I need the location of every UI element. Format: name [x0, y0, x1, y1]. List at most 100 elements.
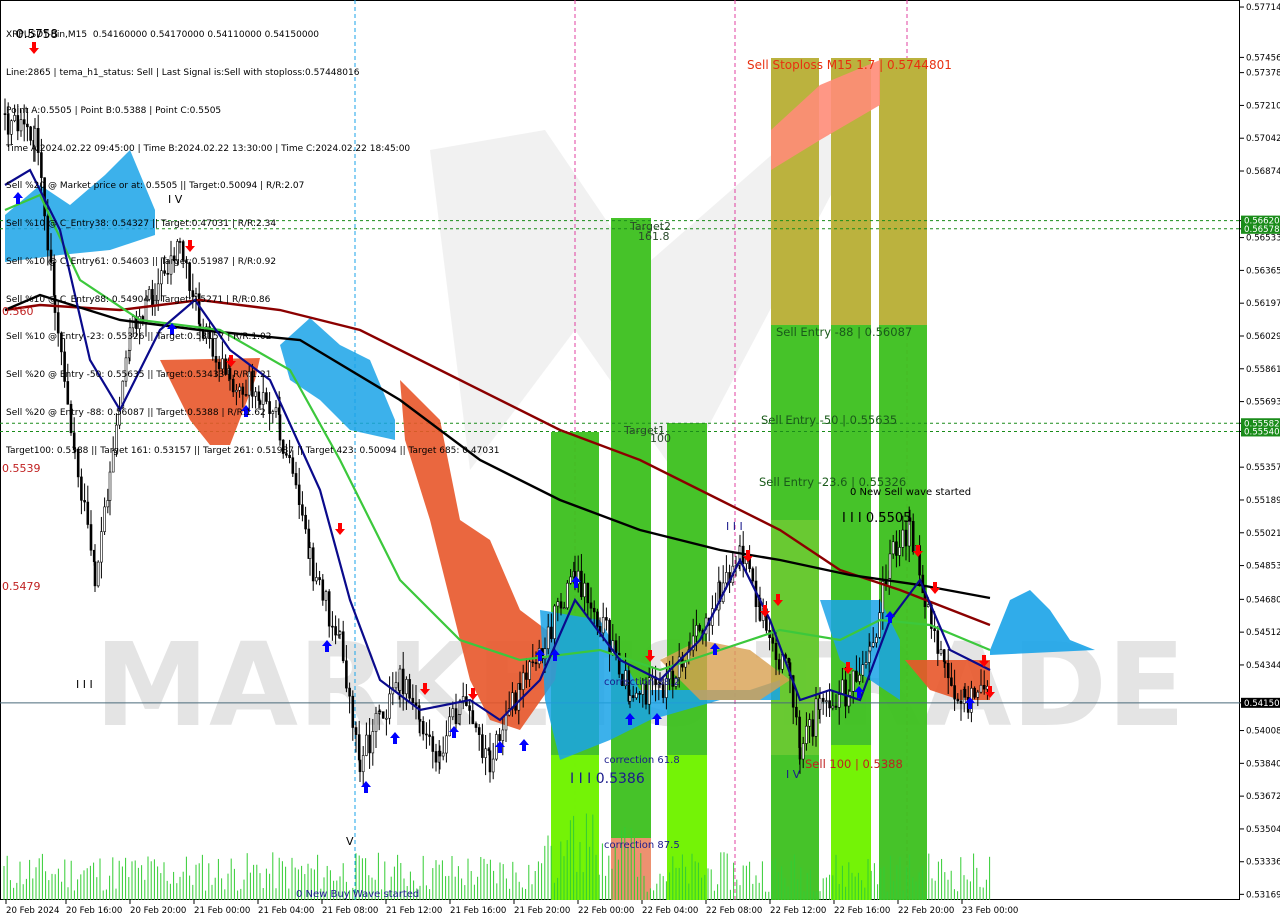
chart-annotation: Sell 100 | 0.5388 [805, 757, 903, 771]
candle-body [454, 708, 458, 724]
candle-body [394, 682, 398, 689]
candle-body [888, 553, 892, 579]
candle-body [580, 570, 583, 598]
time-tick-label: 21 Feb 00:00 [194, 906, 250, 916]
chart-annotation: 0.5479 [2, 580, 41, 593]
chart-annotation: I I I [76, 678, 93, 691]
time-tick-label: 22 Feb 00:00 [578, 906, 634, 916]
time-tick-label: 22 Feb 08:00 [706, 906, 762, 916]
candle-body [451, 708, 455, 718]
candle-body [308, 547, 312, 559]
candle-body [425, 733, 428, 736]
chart-annotation: I V [786, 768, 801, 781]
candle-body [562, 607, 566, 610]
chart-annotation: I I I [726, 520, 743, 533]
candle-body [484, 748, 487, 758]
candle-body [358, 759, 362, 773]
time-tick-label: 23 Feb 00:00 [962, 906, 1018, 916]
candle-body [841, 679, 844, 695]
info-line-sell-market: Sell %20 @ Market price or at: 0.5505 ||… [6, 181, 305, 192]
candle-body [926, 604, 930, 607]
candle-body [939, 649, 943, 654]
candle-body [933, 628, 936, 631]
candle-body [695, 625, 698, 637]
candle-body [834, 705, 838, 708]
candle-body [421, 721, 425, 735]
candle-body [471, 710, 475, 724]
candle-body [93, 561, 97, 587]
candle-body [848, 691, 852, 696]
candle-body [878, 612, 881, 638]
candle-body [371, 731, 375, 754]
candle-body [904, 529, 908, 547]
candle-body [481, 734, 484, 758]
chart-annotation: 0 New Sell wave started [850, 487, 971, 498]
time-tick-label: 22 Feb 20:00 [898, 906, 954, 916]
price-tick-label: 0.53672 [1246, 792, 1280, 802]
candle-body [805, 725, 808, 744]
candle-body [431, 736, 435, 752]
candle-body [821, 697, 825, 702]
candle-body [351, 695, 355, 728]
candle-body [338, 631, 342, 635]
time-tick-label: 21 Feb 20:00 [514, 906, 570, 916]
info-line-targets: Target100: 0.5388 || Target 161: 0.53157… [6, 445, 500, 456]
candle-body [959, 700, 963, 704]
candle-body [531, 661, 535, 664]
candle-body [795, 706, 798, 718]
candle-body [385, 717, 388, 720]
price-tick-label: 0.57042 [1246, 134, 1280, 144]
candle-body [368, 734, 371, 754]
candle-body [357, 734, 361, 761]
chart-annotation: correction 87.5 [604, 840, 680, 851]
candle-body [468, 705, 471, 711]
info-line-sell-e88: Sell %20 @ Entry -88: 0.56087 || Target:… [6, 408, 266, 418]
price-axis: 0.57714 0.57456 0.57378 0.57210 0.57042 0.568… [1240, 0, 1280, 900]
level-badge-label: 0.55540 [1244, 427, 1280, 437]
chart-window: MARKETS TRADE0.577140.574560.573780.5721… [0, 0, 1280, 920]
candle-body [751, 568, 755, 582]
candle-body [315, 577, 318, 582]
chart-annotation: Sell Stoploss M15 1.7 | 0.5744801 [747, 58, 952, 72]
candle-body [324, 591, 328, 601]
time-tick-label: 20 Feb 16:00 [66, 906, 122, 916]
candle-body [514, 692, 517, 711]
candle-body [950, 677, 953, 686]
candle-body [311, 547, 315, 582]
candle-body [498, 734, 501, 741]
candle-body [445, 735, 448, 754]
candle-body [546, 626, 550, 649]
candle-body [774, 642, 778, 660]
candle-body [405, 679, 408, 695]
chart-annotation: V [346, 835, 354, 848]
candle-body [556, 601, 560, 607]
candle-body [365, 734, 368, 756]
time-tick-label: 21 Feb 16:00 [450, 906, 506, 916]
price-tick-label: 0.55861 [1246, 365, 1280, 375]
candle-body [868, 646, 872, 652]
candle-body [725, 572, 728, 584]
price-tick-label: 0.54680 [1246, 595, 1280, 605]
candle-body [976, 691, 980, 698]
candle-body [518, 683, 522, 690]
candle-body [553, 605, 556, 639]
candle-body [631, 695, 635, 699]
candle-body [438, 750, 442, 757]
candle-body [334, 626, 337, 636]
candle-body [982, 684, 986, 690]
candle-body [534, 662, 538, 665]
candle-body [441, 752, 445, 757]
price-tick-label: 0.56874 [1246, 167, 1280, 177]
candle-body [777, 659, 781, 670]
candle-body [818, 697, 822, 710]
candle-body [361, 755, 365, 773]
info-line-points: Point A:0.5505 | Point B:0.5388 | Point … [6, 105, 222, 116]
chart-annotation: Sell Entry -88 | 0.56087 [776, 325, 912, 339]
candle-body [861, 664, 865, 676]
candle-body [106, 500, 110, 508]
candle-body [418, 718, 422, 722]
info-line-sell-e50: Sell %20 @ Entry -50: 0.55635 || Target:… [6, 370, 272, 381]
candle-body [936, 630, 940, 654]
price-tick-label: 0.57456 [1246, 53, 1280, 63]
zone-column [611, 218, 651, 900]
